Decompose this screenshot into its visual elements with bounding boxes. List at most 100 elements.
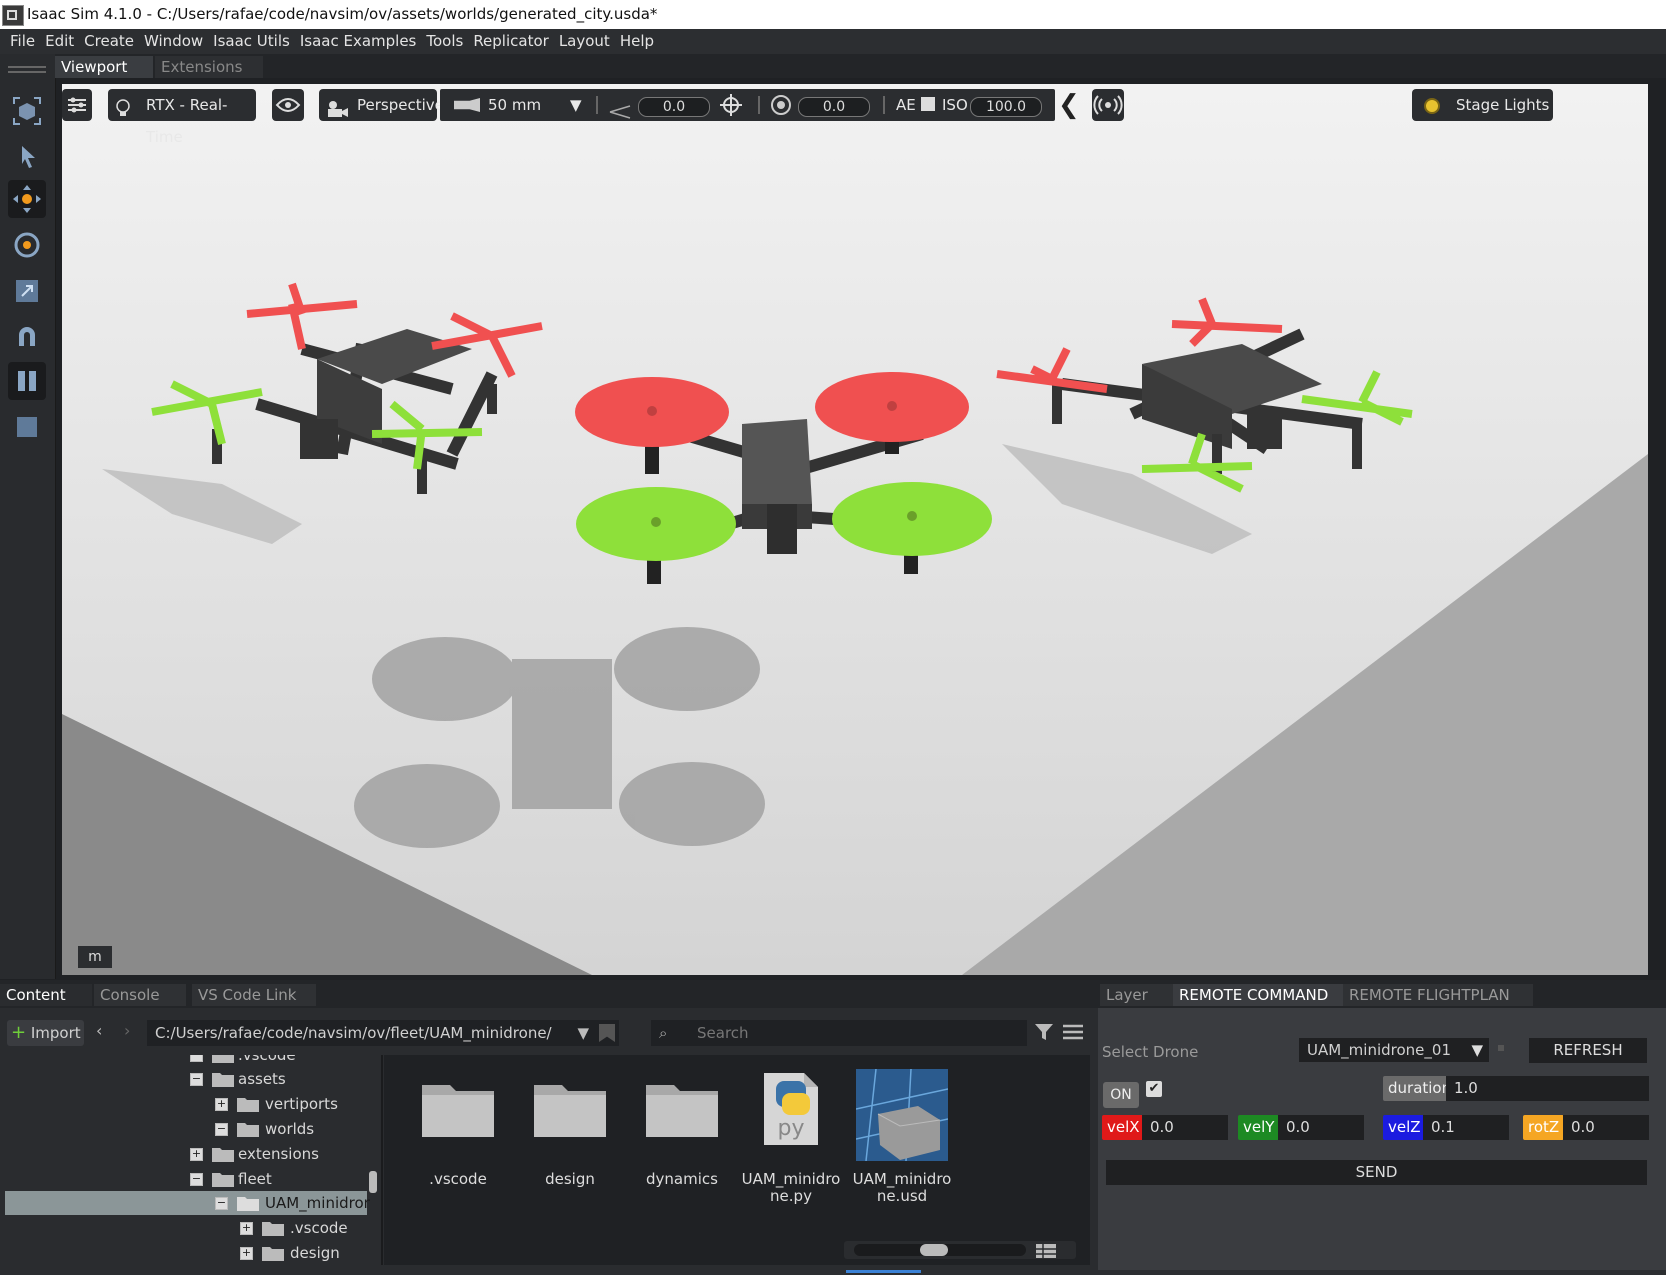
tree-item-design[interactable]: + design (240, 1241, 340, 1265)
rotz-field[interactable]: 0.0 (1563, 1115, 1649, 1140)
menu-edit[interactable]: Edit (45, 32, 74, 50)
file-item-uam-py[interactable]: py (762, 1071, 820, 1147)
refresh-button[interactable]: REFRESH (1529, 1038, 1647, 1063)
folder-icon (646, 1085, 718, 1137)
crosshair-icon[interactable] (720, 94, 742, 116)
tree-item-fleet[interactable]: − fleet (190, 1167, 272, 1191)
menu-replicator[interactable]: Replicator (473, 32, 549, 50)
tab-remote-flightplan[interactable]: REMOTE FLIGHTPLAN (1343, 984, 1533, 1006)
vely-field[interactable]: 0.0 (1278, 1115, 1364, 1140)
tab-extensions[interactable]: Extensions (155, 56, 263, 78)
expand-icon[interactable]: + (190, 1148, 203, 1161)
lens-dropdown-chevron-icon[interactable]: ▼ (570, 89, 582, 121)
velz-field[interactable]: 0.1 (1423, 1115, 1509, 1140)
tree-item-uam-minidrone[interactable]: −UAM_minidrone (215, 1191, 370, 1215)
path-text: C:/Users/rafae/code/navsim/ov/fleet/UAM_… (155, 1024, 552, 1042)
move-tool-icon[interactable] (8, 180, 46, 218)
stage-lights-button[interactable]: Stage Lights (1412, 89, 1553, 121)
horizontal-scrollbar[interactable] (844, 1241, 1076, 1259)
expand-icon[interactable]: + (215, 1098, 228, 1111)
tree-scrollbar[interactable] (369, 1171, 377, 1193)
tree-item-vscode-top[interactable]: −.vscode (190, 1055, 296, 1067)
tab-remote-command[interactable]: REMOTE COMMAND (1173, 984, 1347, 1006)
options-menu-icon[interactable] (1063, 1024, 1083, 1040)
path-field[interactable]: C:/Users/rafae/code/navsim/ov/fleet/UAM_… (147, 1020, 619, 1046)
fstop-field[interactable]: 0.0 (798, 97, 870, 117)
tab-content[interactable]: Content (0, 984, 92, 1006)
scale-tool-icon[interactable] (8, 272, 46, 310)
on-checkbox[interactable]: ✔ (1146, 1081, 1162, 1097)
viewport-3d[interactable]: RTX - Real-Time Perspective 50 mm ▼ 0.0 … (62, 84, 1648, 975)
collapse-icon[interactable]: − (215, 1197, 228, 1210)
folder-icon (237, 1098, 259, 1112)
collapse-toolbar-chevron-icon[interactable]: ❮ (1058, 89, 1080, 121)
expand-icon[interactable]: + (240, 1222, 253, 1235)
separator (758, 96, 760, 114)
lens-value[interactable]: 50 mm (488, 89, 541, 121)
splitter[interactable] (381, 1055, 383, 1265)
sun-icon (1422, 95, 1442, 115)
viewport-settings-icon[interactable] (62, 89, 92, 121)
import-button[interactable]: + Import (7, 1020, 84, 1046)
forward-arrow-icon[interactable]: › (124, 1021, 130, 1040)
grid-view-icon[interactable] (1036, 1243, 1056, 1258)
tree-item-vertiports[interactable]: + vertiports (215, 1092, 338, 1116)
tree-item-vscode[interactable]: + .vscode (240, 1216, 348, 1240)
rotate-tool-icon[interactable] (8, 226, 46, 264)
menu-isaac-examples[interactable]: Isaac Examples (300, 32, 417, 50)
select-arrow-icon[interactable] (8, 138, 46, 176)
file-item-dynamics[interactable] (644, 1077, 720, 1139)
tree-item-extensions[interactable]: + extensions (190, 1142, 319, 1166)
file-item-vscode[interactable] (420, 1077, 496, 1139)
file-item-uam-usd[interactable] (855, 1068, 949, 1162)
iso-field[interactable]: 100.0 (970, 97, 1042, 117)
tab-layer[interactable]: Layer (1100, 984, 1176, 1006)
focus-distance-field[interactable]: 0.0 (638, 97, 710, 117)
menu-layout[interactable]: Layout (559, 32, 610, 50)
snap-magnet-icon[interactable] (8, 318, 46, 356)
search-input[interactable]: ⌕ Search (651, 1020, 1027, 1046)
menu-file[interactable]: File (10, 32, 35, 50)
frame-select-tool-icon[interactable] (8, 92, 46, 130)
velx-field[interactable]: 0.0 (1142, 1115, 1228, 1140)
collapse-icon[interactable]: − (190, 1073, 203, 1086)
path-dropdown-chevron-icon[interactable]: ▼ (577, 1020, 589, 1046)
right-tab-bar: Layer REMOTE COMMAND REMOTE FLIGHTPLAN (1098, 980, 1666, 1008)
duration-field[interactable]: 1.0 (1446, 1076, 1649, 1101)
renderer-button[interactable]: RTX - Real-Time (108, 89, 256, 146)
tree-item-assets[interactable]: − assets (190, 1067, 286, 1091)
tab-viewport[interactable]: Viewport (55, 56, 153, 78)
broadcast-icon[interactable] (1092, 89, 1124, 121)
filter-icon[interactable] (1034, 1022, 1054, 1042)
svg-text:py: py (778, 1116, 805, 1141)
expand-icon[interactable]: + (240, 1247, 253, 1260)
ae-checkbox[interactable] (921, 97, 935, 111)
menu-tools[interactable]: Tools (426, 32, 463, 50)
tab-vscode-link[interactable]: VS Code Link (192, 984, 316, 1006)
on-toggle-button[interactable]: ON (1103, 1082, 1139, 1108)
menu-window[interactable]: Window (144, 32, 203, 50)
collapse-icon[interactable]: − (215, 1123, 228, 1136)
menu-help[interactable]: Help (620, 32, 654, 50)
menu-create[interactable]: Create (84, 32, 134, 50)
back-arrow-icon[interactable]: ‹ (96, 1021, 102, 1040)
collapse-icon[interactable]: − (190, 1055, 203, 1062)
collapse-icon[interactable]: − (190, 1173, 203, 1186)
bookmark-icon[interactable] (599, 1024, 615, 1042)
visibility-eye-icon[interactable] (272, 89, 304, 121)
stop-icon[interactable] (8, 408, 46, 446)
menu-isaac-utils[interactable]: Isaac Utils (213, 32, 290, 50)
window-title-bar: Isaac Sim 4.1.0 - C:/Users/rafae/code/na… (0, 0, 1666, 29)
pause-icon[interactable] (8, 362, 46, 400)
tree-item-worlds[interactable]: − worlds (215, 1117, 314, 1141)
file-item-design[interactable] (532, 1077, 608, 1139)
vely-label: velY (1238, 1115, 1280, 1140)
search-icon: ⌕ (659, 1024, 668, 1042)
velx-label: velX (1102, 1115, 1145, 1140)
tab-console[interactable]: Console (94, 984, 186, 1006)
drone-select[interactable]: UAM_minidrone_01 ▼ (1299, 1038, 1489, 1062)
dropdown-chevron-icon[interactable]: ▼ (1471, 1038, 1483, 1062)
scroll-thumb[interactable] (920, 1244, 948, 1256)
send-button[interactable]: SEND (1106, 1160, 1647, 1185)
camera-button[interactable]: Perspective (319, 89, 444, 121)
